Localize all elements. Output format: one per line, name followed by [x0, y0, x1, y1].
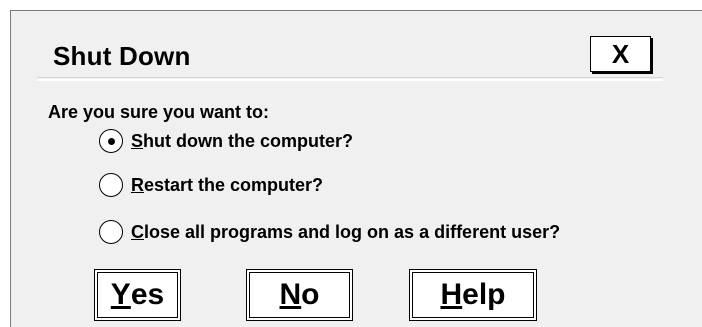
- dialog-prompt: Are you sure you want to:: [48, 102, 270, 122]
- button-text: elp: [462, 278, 506, 311]
- shut-down-dialog: Shut Down X Are you sure you want to: Sh…: [10, 10, 702, 327]
- mnemonic: N: [279, 278, 302, 311]
- option-close-programs[interactable]: Close all programs and log on as a diffe…: [99, 220, 560, 244]
- label-text: estart the computer?: [144, 174, 324, 195]
- option-shut-down-label: Shut down the computer?: [131, 131, 353, 152]
- title-separator: [37, 79, 663, 81]
- option-restart[interactable]: Restart the computer?: [99, 173, 323, 197]
- mnemonic: Y: [110, 278, 131, 311]
- radio-close-programs[interactable]: [99, 220, 123, 244]
- option-shut-down[interactable]: Shut down the computer?: [99, 129, 353, 153]
- mnemonic: H: [440, 278, 463, 311]
- radio-shut-down[interactable]: [99, 129, 123, 153]
- radio-selected-dot: [107, 137, 115, 145]
- label-text: hut down the computer?: [143, 130, 353, 151]
- mnemonic: R: [131, 174, 144, 195]
- label-text: lose all programs and log on as a differ…: [144, 221, 561, 242]
- radio-restart[interactable]: [99, 173, 123, 197]
- close-button[interactable]: X: [590, 36, 651, 72]
- button-text: es: [130, 278, 165, 311]
- yes-button[interactable]: Yes: [94, 269, 181, 321]
- button-text: o: [301, 278, 320, 311]
- no-button[interactable]: No: [246, 269, 353, 321]
- option-restart-label: Restart the computer?: [131, 175, 323, 196]
- title-separator-shadow: [37, 77, 663, 78]
- option-close-programs-label: Close all programs and log on as a diffe…: [131, 222, 560, 243]
- help-button[interactable]: Help: [409, 269, 537, 321]
- dialog-title: Shut Down: [53, 41, 191, 71]
- mnemonic: S: [131, 130, 144, 151]
- mnemonic: C: [131, 221, 144, 242]
